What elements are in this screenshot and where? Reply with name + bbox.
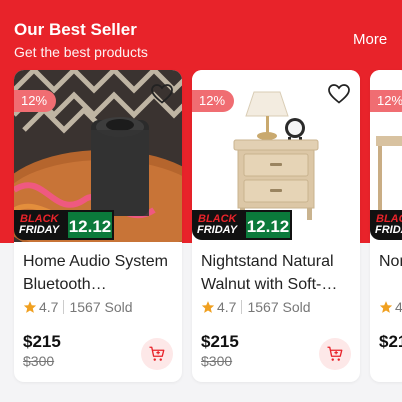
star-icon xyxy=(201,301,215,313)
promo-friday: FRIDAY xyxy=(19,224,60,236)
price: $215 xyxy=(201,332,239,351)
black-friday-promo: BLACK FRIDAY xyxy=(370,210,402,240)
rating-row: 4.7 1567 Sold xyxy=(23,299,133,315)
sold-count: 1567 Sold xyxy=(69,299,133,315)
black-friday-promo: BLACK FRIDAY 12.12 xyxy=(192,210,292,240)
rating-value: 4.7 xyxy=(217,299,237,315)
star-icon xyxy=(379,301,393,313)
product-name[interactable]: Nor Tab xyxy=(379,250,402,296)
product-image[interactable]: 12% BLACK FRIDAY 12.12 xyxy=(192,70,360,242)
product-image[interactable]: 12% BLACK FRIDAY xyxy=(370,70,402,242)
product-name[interactable]: Nightstand Natural Walnut with Soft-… xyxy=(201,250,353,296)
promo-friday: FRIDAY xyxy=(375,224,402,236)
add-to-cart-button[interactable] xyxy=(319,338,351,370)
star-icon xyxy=(23,301,37,313)
section-subtitle: Get the best products xyxy=(14,44,148,60)
price: $215 xyxy=(23,332,61,351)
product-image[interactable]: 12% BLACK FRIDAY 12.12 xyxy=(14,70,182,242)
price: $21 xyxy=(379,332,402,351)
heart-icon[interactable] xyxy=(327,82,351,106)
rating-row: 4 xyxy=(379,299,402,315)
old-price: $300 xyxy=(201,353,233,369)
discount-badge: 12% xyxy=(370,90,402,112)
product-card[interactable]: 12% BLACK FRIDAY 12.12 Home Audio System… xyxy=(14,70,182,382)
promo-date: 12.12 xyxy=(244,210,292,240)
black-friday-label: BLACK FRIDAY xyxy=(192,210,244,240)
discount-badge: 12% xyxy=(14,90,57,112)
divider xyxy=(63,300,65,314)
sold-count: 1567 Sold xyxy=(247,299,311,315)
black-friday-promo: BLACK FRIDAY 12.12 xyxy=(14,210,114,240)
section-title: Our Best Seller xyxy=(14,20,137,39)
heart-icon[interactable] xyxy=(150,82,174,106)
cart-add-icon xyxy=(327,346,343,361)
cart-add-icon xyxy=(149,346,165,361)
old-price: $300 xyxy=(23,353,55,369)
rating-value: 4 xyxy=(395,299,402,315)
black-friday-label: BLACK FRIDAY xyxy=(370,210,402,240)
promo-friday: FRIDAY xyxy=(197,224,238,236)
discount-badge: 12% xyxy=(192,90,235,112)
divider xyxy=(241,300,243,314)
promo-date: 12.12 xyxy=(66,210,114,240)
product-name[interactable]: Home Audio System Bluetooth… xyxy=(23,250,175,296)
product-card[interactable]: 12% BLACK FRIDAY Nor Tab 4 $21 xyxy=(370,70,402,382)
rating-row: 4.7 1567 Sold xyxy=(201,299,311,315)
black-friday-label: BLACK FRIDAY xyxy=(14,210,66,240)
add-to-cart-button[interactable] xyxy=(141,338,173,370)
more-link[interactable]: More xyxy=(353,31,387,48)
product-card[interactable]: 12% BLACK FRIDAY 12.12 Nightstand Natura… xyxy=(192,70,360,382)
rating-value: 4.7 xyxy=(39,299,59,315)
